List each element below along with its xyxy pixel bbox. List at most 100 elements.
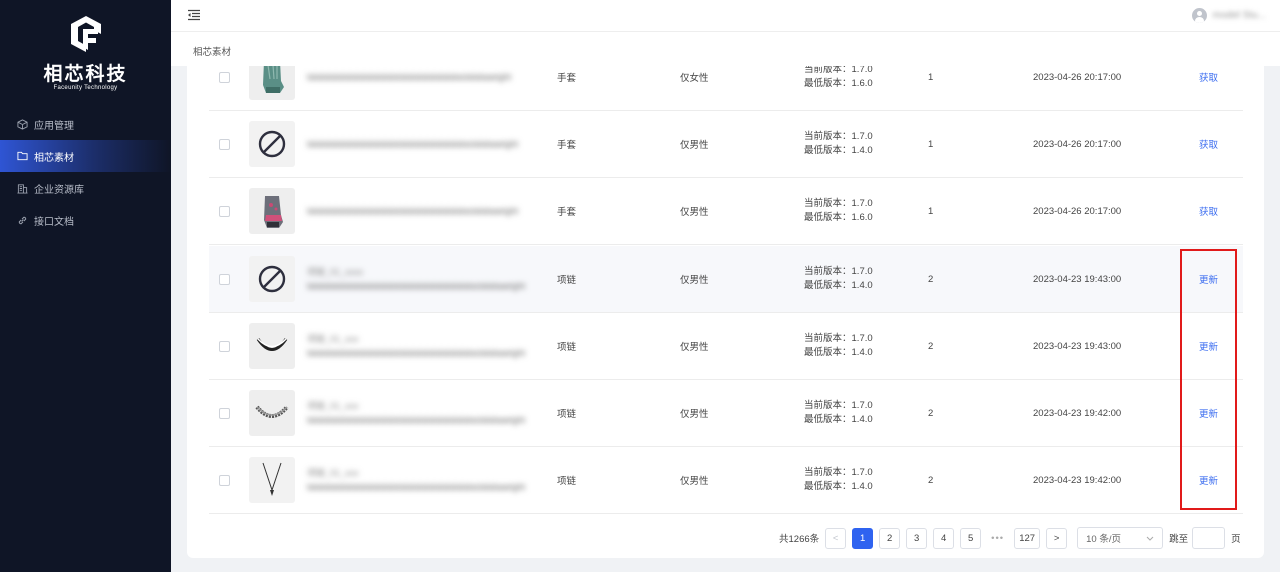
brand-name-en: Faceunity Technology <box>53 85 118 91</box>
category-cell: 项链 <box>557 409 577 420</box>
page-button-5[interactable]: 5 <box>960 527 982 549</box>
row-checkbox[interactable] <box>219 206 230 217</box>
version-cell: 当前版本：1.7.0 最低版本：1.4.0 <box>804 333 873 358</box>
forbidden-icon <box>258 265 286 293</box>
next-page-button[interactable]: > <box>1046 527 1068 549</box>
page-button-3[interactable]: 3 <box>906 527 928 549</box>
jump-suffix: 页 <box>1231 534 1241 545</box>
category-cell: 手套 <box>557 207 577 218</box>
current-version: 1.7.0 <box>851 333 873 344</box>
page-button-2[interactable]: 2 <box>879 527 901 549</box>
version-cell: 当前版本：1.7.0 最低版本：1.4.0 <box>804 400 873 425</box>
logo-mark-icon <box>70 16 101 52</box>
folder-icon <box>16 150 28 162</box>
user-menu[interactable]: model Stu... <box>1191 8 1266 23</box>
sidebar-item-label: 接口文档 <box>34 216 74 228</box>
row-checkbox[interactable] <box>219 139 230 150</box>
brand-name-cn: 相芯科技 <box>43 63 128 85</box>
menu-fold-icon[interactable] <box>187 9 201 21</box>
min-version: 1.4.0 <box>851 280 873 291</box>
row-checkbox[interactable] <box>219 341 230 352</box>
page-button-last[interactable]: 127 <box>1014 527 1041 549</box>
current-version: 1.7.0 <box>851 467 873 478</box>
more-pages-button[interactable]: ••• <box>987 533 1008 544</box>
material-thumbnail <box>249 323 295 369</box>
current-version: 1.7.0 <box>851 198 873 209</box>
material-name: lalalalalalalalalalalalalalalalalalalala… <box>307 72 512 82</box>
count-cell: 2 <box>928 407 934 419</box>
row-checkbox[interactable] <box>219 475 230 486</box>
sidebar-item-label: 应用管理 <box>34 120 74 132</box>
total-count: 共1266条 <box>779 534 820 545</box>
link-icon <box>16 214 28 226</box>
necklace-icon <box>256 338 288 351</box>
time-cell: 2023-04-23 19:43:00 <box>1033 340 1122 352</box>
jump-label: 跳至 <box>1169 534 1189 545</box>
current-version: 1.7.0 <box>851 266 873 277</box>
row-checkbox[interactable] <box>219 274 230 285</box>
gender-cell: 仅男性 <box>680 207 709 218</box>
version-cell: 当前版本：1.7.0 最低版本：1.4.0 <box>804 467 873 492</box>
gender-cell: 仅男性 <box>680 409 709 420</box>
material-name: lalalalalalalalalalalalalalalalalalalala… <box>307 206 519 216</box>
category-cell: 项链 <box>557 476 577 487</box>
username: model Stu... <box>1212 10 1266 21</box>
table-row: 项链_01_xxx lalalalalalalalalalalalalalala… <box>209 313 1243 380</box>
table-row: 项链_01_xxxx lalalalalalalalalalalalalalal… <box>209 246 1243 313</box>
page-button-4[interactable]: 4 <box>933 527 955 549</box>
category-cell: 手套 <box>557 140 577 151</box>
page-size-select[interactable]: 10 条/页 <box>1077 527 1164 549</box>
table-row: lalalalalalalalalalalalalalalalalalalala… <box>209 66 1243 111</box>
min-version: 1.4.0 <box>851 145 873 156</box>
time-cell: 2023-04-26 20:17:00 <box>1033 71 1122 83</box>
jump-page-input[interactable] <box>1192 527 1226 549</box>
time-cell: 2023-04-23 19:42:00 <box>1033 407 1122 419</box>
page-button-1[interactable]: 1 <box>852 527 874 549</box>
highlight-box <box>1180 249 1237 510</box>
material-thumbnail <box>249 256 295 302</box>
prev-page-button[interactable]: < <box>825 527 847 549</box>
sidebar: 相芯科技 Faceunity Technology 应用管理 相芯素材 企业资源… <box>0 0 171 572</box>
materials-card: lalalalalalalalalalalalalalalalalalalala… <box>187 66 1264 558</box>
table-row: 项链_01_xxx lalalalalalalalalalalalalalala… <box>209 447 1243 514</box>
material-name: lalalalalalalalalalalalalalalalalalalala… <box>307 139 519 149</box>
cube-icon <box>16 118 28 130</box>
glove-icon <box>263 66 284 93</box>
count-cell: 1 <box>928 138 934 150</box>
acquire-button[interactable]: 获取 <box>1199 66 1218 110</box>
material-thumbnail <box>249 66 295 100</box>
breadcrumb-bar: 相芯素材 <box>171 32 1280 66</box>
row-checkbox[interactable] <box>219 408 230 419</box>
acquire-button[interactable]: 获取 <box>1199 178 1218 244</box>
time-cell: 2023-04-23 19:43:00 <box>1033 273 1122 285</box>
sidebar-item-api-docs[interactable]: 接口文档 <box>0 204 171 236</box>
category-cell: 项链 <box>557 275 577 286</box>
material-thumbnail <box>249 121 295 167</box>
gender-cell: 仅男性 <box>680 342 709 353</box>
table-row: lalalalalalalalalalalalalalalalalalalala… <box>209 111 1243 178</box>
current-version: 1.7.0 <box>851 400 873 411</box>
material-name: 项链_01_xxx lalalalalalalalalalalalalalala… <box>307 401 526 425</box>
sidebar-item-materials[interactable]: 相芯素材 <box>0 140 171 172</box>
time-cell: 2023-04-26 20:17:00 <box>1033 205 1122 217</box>
min-version: 1.4.0 <box>851 347 873 358</box>
brand-logo[interactable]: 相芯科技 Faceunity Technology <box>0 14 171 91</box>
count-cell: 1 <box>928 205 934 217</box>
acquire-button[interactable]: 获取 <box>1199 111 1218 177</box>
sidebar-item-app-management[interactable]: 应用管理 <box>0 108 171 140</box>
chevron-down-icon <box>1146 536 1154 541</box>
version-cell: 当前版本：1.7.0 最低版本：1.6.0 <box>804 198 873 223</box>
version-cell: 当前版本：1.7.0 最低版本：1.6.0 <box>804 66 873 89</box>
sidebar-item-resource-library[interactable]: 企业资源库 <box>0 172 171 204</box>
min-version: 1.4.0 <box>851 481 873 492</box>
table-row: 项链_01_xxx lalalalalalalalalalalalalalala… <box>209 380 1243 447</box>
gender-cell: 仅男性 <box>680 140 709 151</box>
building-icon <box>16 182 28 194</box>
current-version: 1.7.0 <box>851 66 873 75</box>
pagination: 共1266条 < 1 2 3 4 5 ••• 127 > 10 条/页 跳至 页 <box>779 527 1241 549</box>
material-thumbnail <box>249 390 295 436</box>
sidebar-item-label: 相芯素材 <box>34 152 74 164</box>
category-cell: 项链 <box>557 342 577 353</box>
count-cell: 1 <box>928 71 934 83</box>
row-checkbox[interactable] <box>219 72 230 83</box>
